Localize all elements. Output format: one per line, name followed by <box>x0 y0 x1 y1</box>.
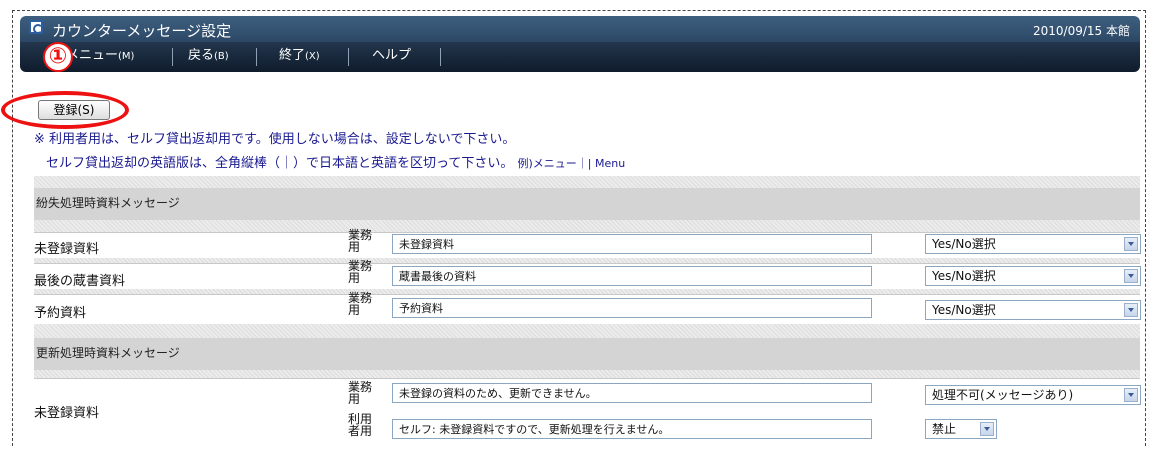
message-input[interactable] <box>392 234 872 254</box>
menu-separator <box>440 48 441 66</box>
message-input[interactable] <box>392 383 872 403</box>
chevron-down-icon[interactable] <box>1124 269 1138 283</box>
usage-label: 業務用 <box>348 228 373 254</box>
annotation-marker-1: ① <box>43 42 73 72</box>
section-title: 紛失処理時資料メッセージ <box>36 196 180 210</box>
usage-label: 利用者用 <box>348 412 373 438</box>
row-label: 未登録資料 <box>34 406 100 421</box>
menu-bar: メニュー(M) 戻る(B) 終了(X) ヘルプ <box>20 42 1140 72</box>
note-line-1: ※ 利用者用は、セルフ貸出返却用です。使用しない場合は、設定しないで下さい。 <box>34 132 516 147</box>
row-label: 未登録資料 <box>34 242 100 257</box>
action-select[interactable]: 処理不可(メッセージあり) <box>925 385 1141 405</box>
window-title: カウンターメッセージ設定 <box>52 22 232 40</box>
row-label: 最後の蔵書資料 <box>34 274 126 289</box>
menu-item-menu[interactable]: メニュー(M) <box>66 42 134 72</box>
action-select[interactable]: 禁止 <box>925 419 997 439</box>
message-input[interactable] <box>392 298 872 318</box>
menu-item-help[interactable]: ヘルプ <box>372 42 411 72</box>
date-location: 2010/09/15 本館 <box>1033 24 1130 38</box>
chevron-down-icon[interactable] <box>980 422 994 436</box>
register-button[interactable]: 登録(S) <box>38 100 110 120</box>
section-title: 更新処理時資料メッセージ <box>36 346 180 360</box>
action-select[interactable]: Yes/No選択 <box>925 266 1141 286</box>
row-label: 予約資料 <box>34 306 87 321</box>
usage-label: 業務用 <box>348 380 373 406</box>
menu-separator <box>256 48 257 66</box>
section-lost-items: 紛失処理時資料メッセージ <box>34 188 1140 220</box>
message-input[interactable] <box>392 419 872 439</box>
action-select[interactable]: Yes/No選択 <box>925 300 1141 320</box>
chevron-down-icon[interactable] <box>1124 388 1138 402</box>
title-bar: カウンターメッセージ設定 2010/09/15 本館 <box>20 16 1140 42</box>
menu-item-exit[interactable]: 終了(X) <box>279 42 320 72</box>
note-line-2: セルフ貸出返却の英語版は、全角縦棒（｜）で日本語と英語を区切って下さい。 例)メ… <box>46 156 626 171</box>
chevron-down-icon[interactable] <box>1124 237 1138 251</box>
menu-separator <box>172 48 173 66</box>
menu-separator <box>348 48 349 66</box>
chevron-down-icon[interactable] <box>1124 303 1138 317</box>
note-example: 例)メニュー｜| Menu <box>517 157 626 170</box>
app-icon <box>29 20 43 34</box>
usage-label: 業務用 <box>348 291 373 317</box>
usage-label: 業務用 <box>348 259 373 285</box>
message-input[interactable] <box>392 266 872 286</box>
action-select[interactable]: Yes/No選択 <box>925 234 1141 254</box>
section-renewal-items: 更新処理時資料メッセージ <box>34 338 1140 370</box>
menu-item-back[interactable]: 戻る(B) <box>188 42 229 72</box>
